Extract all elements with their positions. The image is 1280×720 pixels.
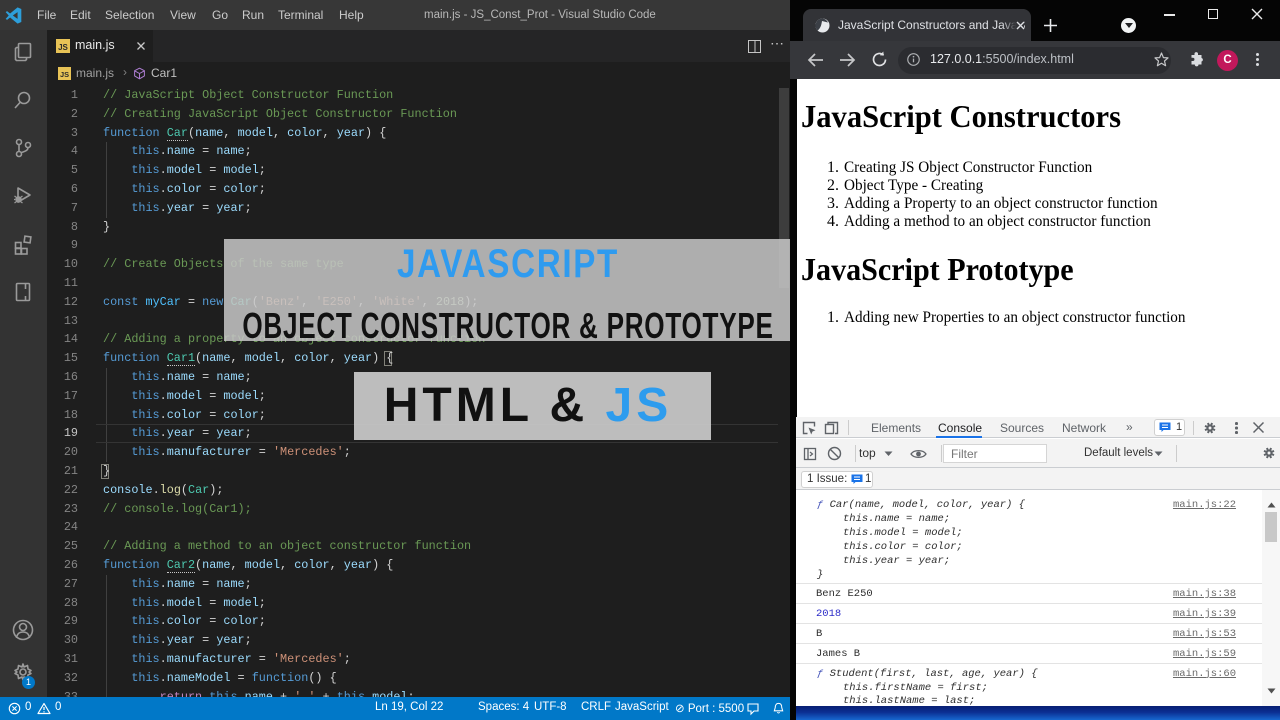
svg-text:JS: JS	[60, 70, 69, 79]
svg-text:JS: JS	[58, 43, 68, 52]
